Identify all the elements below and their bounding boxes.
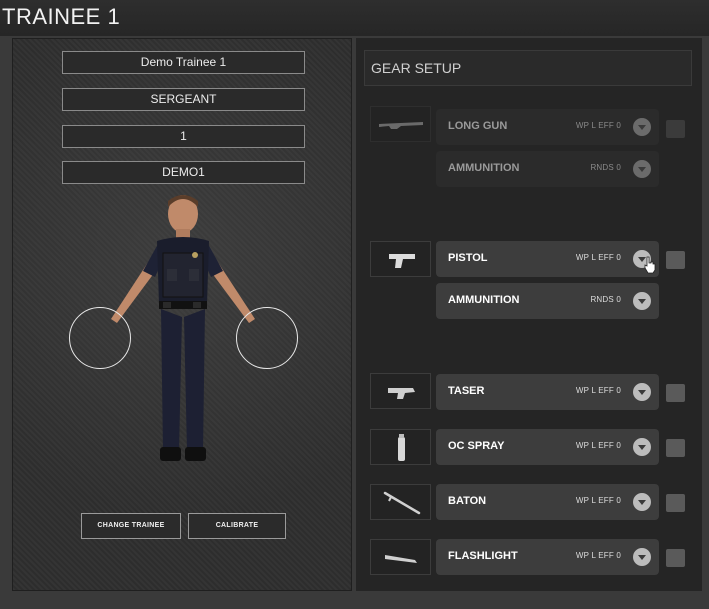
- pistol-thumbnail: [370, 241, 431, 277]
- chevron-down-icon[interactable]: [633, 118, 651, 136]
- long-gun-thumbnail: [370, 106, 431, 142]
- trainee-number-field[interactable]: 1: [62, 125, 305, 148]
- gear-label: LONG GUN: [448, 120, 508, 132]
- gear-label: AMMUNITION: [448, 162, 520, 174]
- chevron-down-icon[interactable]: [633, 292, 651, 310]
- gear-meta: WP L EFF 0: [575, 386, 621, 395]
- gear-row-pistol[interactable]: PISTOL WP L EFF 0: [436, 241, 659, 277]
- pistol-checkbox[interactable]: [666, 251, 685, 269]
- gear-meta: WP L EFF 0: [575, 121, 621, 130]
- trainee-id-field[interactable]: DEMO1: [62, 161, 305, 184]
- flashlight-icon: [385, 555, 417, 563]
- trainee-rank-field[interactable]: SERGEANT: [62, 88, 305, 111]
- gear-meta: WP L EFF 0: [575, 496, 621, 505]
- pistol-icon: [389, 254, 415, 268]
- page-title: TRAINEE 1: [2, 4, 121, 29]
- gear-meta: WP L EFF 0: [575, 441, 621, 450]
- trainee-panel: Demo Trainee 1 SERGEANT 1 DEMO1 CHANGE T…: [12, 38, 352, 591]
- gear-meta: RNDS 0: [590, 295, 621, 304]
- right-hand-calibration-target: [236, 307, 298, 369]
- long-gun-checkbox[interactable]: [666, 120, 685, 138]
- calibrate-button[interactable]: CALIBRATE: [188, 513, 286, 539]
- gear-label: FLASHLIGHT: [448, 550, 518, 562]
- gear-row-pistol-ammunition[interactable]: AMMUNITION RNDS 0: [436, 283, 659, 319]
- left-hand-calibration-target: [69, 307, 131, 369]
- flashlight-thumbnail: [370, 539, 431, 575]
- taser-icon: [388, 388, 415, 399]
- gear-meta: WP L EFF 0: [575, 551, 621, 560]
- title-bar: TRAINEE 1: [0, 0, 709, 36]
- chevron-down-icon[interactable]: [633, 383, 651, 401]
- gear-row-taser[interactable]: TASER WP L EFF 0: [436, 374, 659, 410]
- gear-setup-panel: GEAR SETUP LONG GUN WP L EFF 0 AMMUNITIO…: [356, 38, 702, 591]
- gear-row-long-gun-ammunition[interactable]: AMMUNITION RNDS 0: [436, 151, 659, 187]
- gear-row-baton[interactable]: BATON WP L EFF 0: [436, 484, 659, 520]
- change-trainee-button[interactable]: CHANGE TRAINEE: [81, 513, 181, 539]
- baton-thumbnail: [370, 484, 431, 520]
- gear-row-long-gun[interactable]: LONG GUN WP L EFF 0: [436, 109, 659, 145]
- baton-checkbox[interactable]: [666, 494, 685, 512]
- chevron-down-icon[interactable]: [633, 438, 651, 456]
- gear-setup-header: GEAR SETUP: [364, 50, 692, 86]
- spray-can-icon: [398, 434, 405, 461]
- baton-icon: [383, 491, 421, 515]
- chevron-down-icon[interactable]: [633, 548, 651, 566]
- gear-label: PISTOL: [448, 252, 488, 264]
- chevron-down-icon[interactable]: [633, 160, 651, 178]
- trainee-name-field[interactable]: Demo Trainee 1: [62, 51, 305, 74]
- gear-meta: RNDS 0: [590, 163, 621, 172]
- flashlight-checkbox[interactable]: [666, 549, 685, 567]
- rifle-icon: [379, 122, 423, 129]
- taser-thumbnail: [370, 373, 431, 409]
- gear-label: BATON: [448, 495, 487, 507]
- oc-spray-checkbox[interactable]: [666, 439, 685, 457]
- chevron-down-icon[interactable]: [633, 493, 651, 511]
- gear-label: AMMUNITION: [448, 294, 520, 306]
- hand-cursor-icon: [644, 256, 656, 274]
- gear-label: OC SPRAY: [448, 440, 505, 452]
- taser-checkbox[interactable]: [666, 384, 685, 402]
- gear-row-flashlight[interactable]: FLASHLIGHT WP L EFF 0: [436, 539, 659, 575]
- gear-row-oc-spray[interactable]: OC SPRAY WP L EFF 0: [436, 429, 659, 465]
- gear-label: TASER: [448, 385, 485, 397]
- gear-meta: WP L EFF 0: [575, 253, 621, 262]
- oc-spray-thumbnail: [370, 429, 431, 465]
